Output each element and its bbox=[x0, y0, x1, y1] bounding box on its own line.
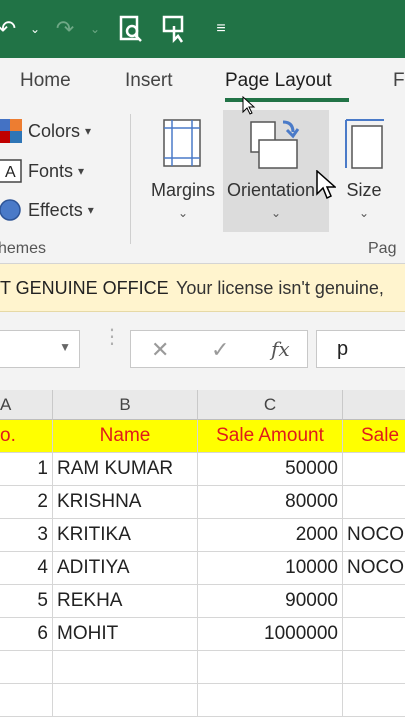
formula-buttons: ✕ ✓ fx bbox=[130, 330, 308, 368]
worksheet-grid[interactable]: A B C o. Name Sale Amount Sale 1 RAM KUM… bbox=[0, 390, 405, 720]
theme-effects-button[interactable]: Effects ▾ bbox=[0, 195, 94, 225]
tab-formulas[interactable]: F bbox=[393, 70, 405, 92]
chevron-down-icon[interactable]: ▼ bbox=[59, 340, 71, 354]
print-preview-icon[interactable] bbox=[116, 14, 146, 44]
chevron-down-icon: ⌄ bbox=[270, 206, 282, 220]
theme-fonts-icon: A bbox=[0, 159, 22, 183]
chevron-down-icon: ▾ bbox=[78, 164, 85, 178]
chevron-down-icon: ▾ bbox=[85, 124, 92, 138]
column-header-b[interactable]: B bbox=[53, 390, 198, 420]
cell-no[interactable]: 5 bbox=[0, 585, 53, 618]
themes-group-label: hemes bbox=[0, 240, 47, 257]
pointer-icon bbox=[242, 96, 256, 115]
formula-bar: ▼ ⋮ ✕ ✓ fx p bbox=[0, 312, 405, 390]
ribbon-divider bbox=[130, 114, 131, 244]
chevron-down-icon: ▾ bbox=[87, 203, 94, 217]
header-cell-sale[interactable]: Sale bbox=[343, 420, 405, 453]
cell-sale[interactable]: NOCO bbox=[343, 519, 405, 552]
cell-name[interactable]: ADITIYA bbox=[53, 552, 198, 585]
svg-text:A: A bbox=[5, 164, 16, 181]
empty-cell[interactable] bbox=[0, 651, 53, 684]
customize-icon[interactable]: ≡ bbox=[206, 14, 236, 44]
size-label: Size bbox=[346, 180, 382, 200]
cell-sale-amount[interactable]: 2000 bbox=[198, 519, 343, 552]
orientation-label: Orientation bbox=[227, 180, 316, 200]
header-cell-no[interactable]: o. bbox=[0, 420, 53, 453]
cell-sale-amount[interactable]: 10000 bbox=[198, 552, 343, 585]
theme-colors-label: Colors bbox=[28, 120, 81, 141]
cell-no[interactable]: 4 bbox=[0, 552, 53, 585]
orientation-button[interactable]: Orientation ⌄ bbox=[223, 110, 329, 232]
cell-sale[interactable] bbox=[343, 453, 405, 486]
cell-sale[interactable] bbox=[343, 618, 405, 651]
cell-sale-amount[interactable]: 1000000 bbox=[198, 618, 343, 651]
cell-no[interactable]: 2 bbox=[0, 486, 53, 519]
empty-cell[interactable] bbox=[53, 684, 198, 717]
theme-effects-label: Effects bbox=[28, 199, 83, 220]
ribbon: Colors ▾ A Fonts ▾ Effects ▾ hemes Margi… bbox=[0, 106, 405, 264]
undo-dropdown-icon[interactable]: ⌄ bbox=[20, 14, 50, 44]
license-warning-bar: T GENUINE OFFICE Your license isn't genu… bbox=[0, 264, 405, 312]
license-message: Your license isn't genuine, bbox=[176, 278, 384, 298]
column-header-c[interactable]: C bbox=[198, 390, 343, 420]
orientation-icon bbox=[250, 120, 300, 169]
name-box[interactable]: ▼ bbox=[0, 330, 80, 368]
theme-fonts-button[interactable]: A Fonts ▾ bbox=[0, 156, 84, 186]
quick-access-toolbar: ↶ ⌄ ↷ ⌄ ≡ bbox=[0, 0, 405, 58]
page-setup-group-label: Pag bbox=[368, 240, 397, 257]
redo-icon[interactable]: ↷ bbox=[50, 14, 80, 44]
drag-handle-icon[interactable]: ⋮ bbox=[102, 327, 122, 347]
cell-sale[interactable] bbox=[343, 486, 405, 519]
cell-sale[interactable] bbox=[343, 585, 405, 618]
header-cell-sale-amount[interactable]: Sale Amount bbox=[198, 420, 343, 453]
theme-effects-icon bbox=[0, 199, 21, 221]
undo-icon[interactable]: ↶ bbox=[0, 14, 22, 44]
chevron-down-icon: ⌄ bbox=[177, 206, 189, 220]
cell-sale-amount[interactable]: 90000 bbox=[198, 585, 343, 618]
empty-cell[interactable] bbox=[198, 684, 343, 717]
size-button[interactable]: Size ⌄ bbox=[336, 110, 392, 232]
cancel-icon[interactable]: ✕ bbox=[151, 337, 169, 363]
cell-no[interactable]: 1 bbox=[0, 453, 53, 486]
margins-label: Margins bbox=[150, 180, 216, 200]
tab-insert[interactable]: Insert bbox=[125, 70, 173, 92]
theme-colors-icon bbox=[0, 119, 22, 143]
empty-cell[interactable] bbox=[343, 684, 405, 717]
tab-page-layout[interactable]: Page Layout bbox=[225, 70, 332, 92]
redo-dropdown-icon[interactable]: ⌄ bbox=[80, 14, 110, 44]
mouse-cursor-icon bbox=[316, 170, 336, 200]
cell-name[interactable]: REKHA bbox=[53, 585, 198, 618]
column-header-a[interactable]: A bbox=[0, 390, 53, 420]
enter-icon[interactable]: ✓ bbox=[211, 337, 229, 363]
cell-sale[interactable]: NOCO bbox=[343, 552, 405, 585]
empty-cell[interactable] bbox=[53, 651, 198, 684]
touch-mode-icon[interactable] bbox=[160, 14, 190, 44]
theme-fonts-label: Fonts bbox=[28, 160, 74, 181]
cell-name[interactable]: KRITIKA bbox=[53, 519, 198, 552]
margins-icon bbox=[163, 119, 201, 167]
insert-function-icon[interactable]: fx bbox=[271, 337, 290, 361]
cell-no[interactable]: 6 bbox=[0, 618, 53, 651]
cell-no[interactable]: 3 bbox=[0, 519, 53, 552]
header-cell-name[interactable]: Name bbox=[53, 420, 198, 453]
cell-name[interactable]: KRISHNA bbox=[53, 486, 198, 519]
empty-cell[interactable] bbox=[0, 684, 53, 717]
margins-button[interactable]: Margins ⌄ bbox=[146, 110, 220, 232]
column-header-d[interactable] bbox=[343, 390, 405, 420]
tab-home[interactable]: Home bbox=[20, 70, 71, 92]
empty-cell[interactable] bbox=[343, 651, 405, 684]
cell-sale-amount[interactable]: 80000 bbox=[198, 486, 343, 519]
cell-name[interactable]: RAM KUMAR bbox=[53, 453, 198, 486]
cell-name[interactable]: MOHIT bbox=[53, 618, 198, 651]
cell-sale-amount[interactable]: 50000 bbox=[198, 453, 343, 486]
chevron-down-icon: ⌄ bbox=[358, 206, 370, 220]
license-title: T GENUINE OFFICE bbox=[0, 278, 169, 298]
size-icon bbox=[345, 119, 384, 169]
formula-input[interactable]: p bbox=[316, 330, 405, 368]
empty-cell[interactable] bbox=[198, 651, 343, 684]
theme-colors-button[interactable]: Colors ▾ bbox=[0, 116, 91, 146]
